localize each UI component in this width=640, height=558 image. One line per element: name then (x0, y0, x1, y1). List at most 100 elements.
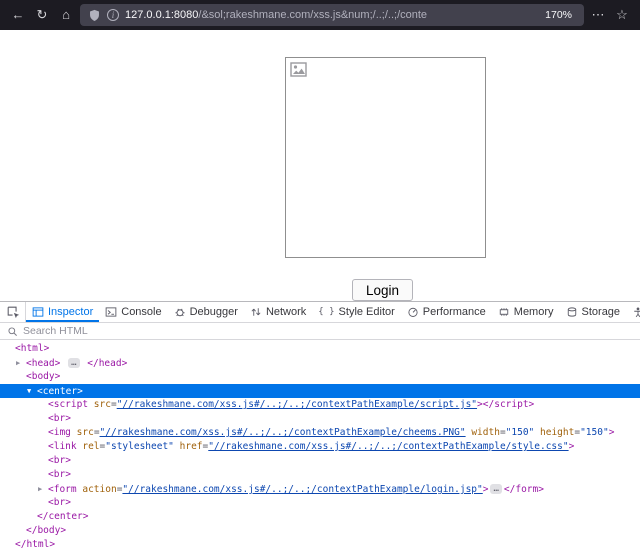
syntax-token: > (65, 413, 71, 424)
inline-expander-pill[interactable]: … (68, 358, 79, 368)
tab-debugger[interactable]: Debugger (168, 302, 244, 322)
markup-node[interactable]: </html> (0, 538, 640, 552)
search-icon (7, 326, 18, 337)
performance-icon (407, 306, 419, 318)
tab-label: Debugger (190, 306, 238, 318)
tab-performance[interactable]: Performance (401, 302, 492, 322)
style-editor-icon: { } (318, 307, 334, 317)
memory-icon (498, 306, 510, 318)
tab-label: Console (121, 306, 161, 318)
syntax-token: br (54, 455, 65, 466)
expander-collapsed-icon[interactable]: ▶ (16, 356, 26, 370)
network-icon (250, 306, 262, 318)
markup-node[interactable]: </center> (0, 510, 640, 524)
syntax-token: > (122, 358, 128, 369)
url-bar[interactable]: i 127.0.0.1:8080/&sol;rakeshmane.com/xss… (80, 4, 584, 26)
markup-node[interactable]: <br> (0, 454, 640, 468)
tab-memory[interactable]: Memory (492, 302, 560, 322)
syntax-token: > (55, 371, 61, 382)
markup-node[interactable]: ▼<center> (0, 384, 640, 398)
syntax-token: src (94, 399, 111, 410)
syntax-token: "//rakeshmane.com/xss.js#/..;/..;/contex… (117, 399, 477, 410)
syntax-token: > (609, 427, 615, 438)
tab-label: Memory (514, 306, 554, 318)
tab-label: Inspector (48, 306, 93, 318)
syntax-token: > (569, 441, 575, 452)
tracking-protection-shield-icon[interactable] (88, 9, 101, 22)
syntax-token: href (180, 441, 203, 452)
syntax-token: center (43, 386, 77, 397)
back-icon[interactable]: ← (8, 5, 28, 25)
markup-node[interactable]: <br> (0, 412, 640, 426)
syntax-token: > (483, 484, 489, 495)
syntax-token: script (494, 399, 528, 410)
search-html-input[interactable] (23, 325, 223, 337)
inline-expander-pill[interactable]: … (490, 484, 501, 494)
zoom-level-button[interactable]: 170% (541, 8, 576, 22)
syntax-token: "stylesheet" (105, 441, 174, 452)
expander-collapsed-icon[interactable]: ▶ (38, 482, 48, 496)
syntax-token: body (32, 371, 55, 382)
syntax-token: "150" (506, 427, 535, 438)
syntax-token: script (54, 399, 88, 410)
syntax-token: </ (26, 525, 37, 536)
tab-network[interactable]: Network (244, 302, 312, 322)
syntax-token: </ (37, 511, 48, 522)
syntax-token: link (54, 441, 77, 452)
syntax-token: form (54, 484, 77, 495)
syntax-token: html (26, 539, 49, 550)
url-path: /&sol;rakeshmane.com/xss.js&num;/..;/..;… (198, 9, 427, 21)
markup-tree: <html>▶<head> … </head><body>▼<center><s… (0, 340, 640, 558)
markup-node[interactable]: <link rel="stylesheet" href="//rakeshman… (0, 440, 640, 454)
pick-element-icon[interactable] (0, 302, 26, 322)
url-host: 127.0.0.1:8080 (125, 9, 198, 21)
syntax-token: </ (15, 539, 26, 550)
devtools-panel: Inspector Console Debugger Network { } S… (0, 301, 640, 558)
markup-node[interactable]: <body> (0, 370, 640, 384)
syntax-token: form (515, 484, 538, 495)
markup-node[interactable]: ▶<form action="//rakeshmane.com/xss.js#/… (0, 482, 640, 496)
syntax-token: height (540, 427, 574, 438)
syntax-token: width (471, 427, 500, 438)
syntax-token: </ (483, 399, 494, 410)
syntax-token: "//rakeshmane.com/xss.js#/..;/..;/contex… (122, 484, 482, 495)
bookmark-star-icon[interactable]: ☆ (612, 5, 632, 25)
markup-node[interactable]: <html> (0, 342, 640, 356)
markup-node[interactable]: <br> (0, 468, 640, 482)
page-actions-icon[interactable]: ⋯ (588, 5, 608, 25)
inspector-icon (32, 306, 44, 318)
markup-node[interactable]: </body> (0, 524, 640, 538)
markup-node[interactable]: <script src="//rakeshmane.com/xss.js#/..… (0, 398, 640, 412)
syntax-token: "150" (580, 427, 609, 438)
tab-inspector[interactable]: Inspector (26, 302, 99, 322)
syntax-token: > (83, 511, 89, 522)
url-text[interactable]: 127.0.0.1:8080/&sol;rakeshmane.com/xss.j… (125, 9, 535, 21)
reload-icon[interactable]: ↻ (32, 5, 52, 25)
home-icon[interactable]: ⌂ (56, 5, 76, 25)
syntax-token: center (48, 511, 82, 522)
syntax-token: src (77, 427, 94, 438)
tab-style-editor[interactable]: { } Style Editor (312, 302, 401, 322)
tab-accessibility[interactable]: Accessibility (626, 302, 640, 322)
expander-expanded-icon[interactable]: ▼ (27, 384, 37, 398)
syntax-token: "//rakeshmane.com/xss.js#/..;/..;/contex… (208, 441, 568, 452)
syntax-token: br (54, 469, 65, 480)
syntax-token: > (60, 525, 66, 536)
syntax-token: </ (504, 484, 515, 495)
syntax-token: > (529, 399, 535, 410)
syntax-token: </ (87, 358, 98, 369)
markup-node[interactable]: ▶<head> … </head> (0, 356, 640, 370)
syntax-token: rel (82, 441, 99, 452)
markup-node[interactable]: <img src="//rakeshmane.com/xss.js#/..;/.… (0, 426, 640, 440)
login-button[interactable]: Login (352, 279, 413, 301)
markup-node[interactable]: <br> (0, 496, 640, 510)
debugger-icon (174, 306, 186, 318)
storage-icon (566, 306, 578, 318)
syntax-token: > (538, 484, 544, 495)
site-info-icon[interactable]: i (107, 9, 119, 21)
tab-label: Performance (423, 306, 486, 318)
tab-storage[interactable]: Storage (560, 302, 627, 322)
devtools-search-bar (0, 323, 640, 340)
accessibility-icon (632, 306, 640, 318)
tab-console[interactable]: Console (99, 302, 167, 322)
